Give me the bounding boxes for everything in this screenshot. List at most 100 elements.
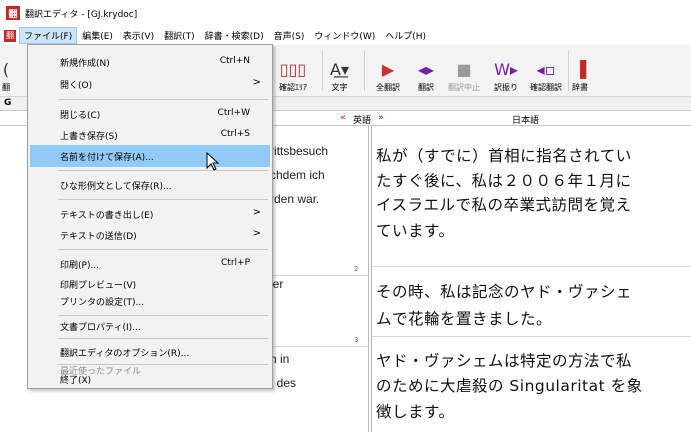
collapse-right-arrow[interactable]: » (378, 113, 384, 123)
source-line: rden war. (270, 192, 320, 206)
file-menu-dropdown: 新規作成(N) Ctrl+N 開く(O) > 閉じる(C) Ctrl+W 上書き… (27, 44, 273, 389)
source-line: rittsbesuch (270, 144, 329, 158)
menu-item-save-as[interactable]: 名前を付けて保存(A)... (30, 145, 270, 167)
segment-divider (260, 346, 368, 347)
menu-separator (58, 249, 268, 250)
menu-help[interactable]: ヘルプ(H) (380, 27, 431, 44)
menu-item-label: 翻訳エディタのオプション(R)... (60, 349, 190, 359)
assign-translation-button[interactable]: W▸ 訳振り (494, 49, 518, 93)
menu-item-printer-settings[interactable]: プリンタの設定(T)... (30, 290, 270, 312)
menu-item-label: テキストの書き出し(E) (60, 211, 154, 221)
target-line: ヤド・ヴァシェムは特定の方法で私 (376, 352, 633, 370)
menu-item-label: 名前を付けて保存(A)... (60, 153, 154, 163)
menu-separator (58, 338, 268, 339)
menu-item-exit[interactable]: 終了(X) (30, 368, 270, 390)
menu-translate[interactable]: 翻訳(T) (159, 27, 200, 44)
dictionary-button[interactable]: ▐ 辞書 (572, 49, 588, 93)
translate-all-label: 全翻訳 (376, 83, 400, 92)
translate-all-button[interactable]: ▶ 全翻訳 (376, 49, 400, 93)
menu-item-label: プリンタの設定(T)... (60, 298, 145, 308)
menu-file[interactable]: ファイル(F) (19, 27, 78, 44)
menu-item-label: 印刷(P)... (60, 261, 100, 271)
window-title: 翻訳エディタ - [GJ.krydoc] (25, 9, 138, 20)
confirm-area-button[interactable]: ▯▯▯ 確認ｴﾘｱ (279, 49, 307, 93)
menu-bar: 翻 ファイル(F) 編集(E) 表示(V) 翻訳(T) 辞書・検索(D) 音声(… (0, 26, 691, 45)
tab-document[interactable]: G (4, 98, 11, 108)
target-pane[interactable]: 私が（すでに）首相に指名されてい たすぐ後に、私は２００６年１月に イスラエルで… (372, 126, 691, 432)
confirm-area-label: 確認ｴﾘｱ (279, 83, 307, 92)
toolbar-separator (568, 51, 569, 91)
menu-item-close[interactable]: 閉じる(C) Ctrl+W (30, 103, 270, 125)
submenu-arrow-icon: > (252, 207, 261, 218)
confirm-translate-button[interactable]: ◂▫ 確認翻訳 (530, 49, 562, 93)
target-line: たすぐ後に、私は２００６年１月に (376, 172, 632, 190)
menu-separator (58, 199, 268, 200)
target-language-label: 日本語 (512, 116, 540, 126)
translate-arrow-icon: ◂▸ (418, 60, 435, 79)
font-icon: A͟▾ (330, 60, 349, 79)
text-button[interactable]: A͟▾ 文字 (330, 49, 349, 93)
segment-divider (260, 275, 368, 276)
menu-item-save-template[interactable]: ひな形例文として保存(R)... (30, 174, 270, 196)
assign-translation-label: 訳振り (494, 83, 518, 92)
play-icon: ▶ (381, 60, 395, 79)
menu-window[interactable]: ウィンドウ(W) (309, 27, 380, 44)
menu-item-print[interactable]: 印刷(P)... Ctrl+P (30, 253, 270, 275)
toolbar-partial-label: 翻 (2, 83, 10, 92)
menu-edit[interactable]: 編集(E) (77, 27, 118, 44)
source-line: chdem ich (270, 168, 325, 182)
source-language-label: 英語 (353, 116, 372, 126)
columns-icon: ▯▯▯ (279, 60, 307, 79)
menu-item-export-text[interactable]: テキストの書き出し(E) > (30, 203, 270, 225)
target-line: 私が（すでに）首相に指名されてい (376, 147, 632, 165)
menu-separator (58, 170, 268, 171)
collapse-left-arrow[interactable]: « (340, 113, 346, 123)
toolbar-separator (322, 51, 323, 91)
menu-item-open[interactable]: 開く(O) > (30, 73, 270, 95)
segment-number: 2 (354, 265, 359, 273)
translate-button[interactable]: ◂▸ 翻訳 (418, 49, 434, 93)
menu-item-label: テキストの送信(D) (60, 232, 137, 242)
menu-item-save[interactable]: 上書き保存(S) Ctrl+S (30, 124, 270, 146)
target-line: 徴します。 (376, 403, 455, 421)
source-line: t des (270, 376, 297, 390)
mouse-cursor-icon (206, 152, 220, 171)
menu-item-send-text[interactable]: テキストの送信(D) > (30, 224, 270, 246)
segment-number: 3 (354, 336, 359, 344)
title-bar: 翻 翻訳エディタ - [GJ.krydoc] (0, 0, 691, 26)
toolbar-partial-button[interactable]: ( 翻 (2, 49, 10, 93)
text-label: 文字 (331, 83, 348, 92)
target-line: ムで花輪を置きました。 (376, 310, 553, 328)
segment-divider (372, 336, 691, 337)
stop-translate-label: 翻訳中止 (448, 83, 480, 92)
target-line: イスラエルで私の卒業式訪問を覚え (376, 196, 632, 214)
menu-item-label: 閉じる(C) (60, 111, 101, 121)
toolbar-separator (364, 51, 365, 91)
submenu-arrow-icon: > (252, 77, 261, 88)
menu-item-shortcut: Ctrl+W (217, 108, 250, 118)
app-logo-icon: 翻 (6, 6, 20, 20)
stop-icon: ■ (456, 60, 472, 79)
menu-item-new[interactable]: 新規作成(N) Ctrl+N (30, 51, 270, 73)
segment-divider (372, 266, 691, 267)
menu-view[interactable]: 表示(V) (118, 27, 159, 44)
target-line: ています。 (376, 222, 455, 240)
dictionary-label: 辞書 (572, 83, 588, 92)
confirm-translate-icon: ◂▫ (536, 60, 556, 79)
document-icon[interactable]: 翻 (4, 29, 16, 42)
target-line: その時、私は記念のヤド・ヴァシェ (376, 283, 633, 301)
menu-item-label: 上書き保存(S) (60, 132, 118, 142)
stop-translate-button[interactable]: ■ 翻訳中止 (448, 49, 480, 93)
menu-separator (58, 99, 268, 100)
assign-icon: W▸ (494, 60, 518, 79)
menu-item-label: 新規作成(N) (60, 59, 110, 69)
menu-item-shortcut: Ctrl+S (220, 129, 250, 139)
menu-item-label: 文書プロパティ(I)... (60, 323, 141, 333)
menu-dictionary[interactable]: 辞書・検索(D) (200, 27, 269, 44)
menu-item-label: 開く(O) (60, 81, 93, 91)
confirm-translate-label: 確認翻訳 (530, 83, 562, 92)
menu-voice[interactable]: 音声(S) (269, 27, 310, 44)
menu-item-label: 終了(X) (60, 376, 92, 386)
menu-item-document-properties[interactable]: 文書プロパティ(I)... (30, 315, 270, 337)
menu-item-label: ひな形例文として保存(R)... (60, 182, 172, 192)
